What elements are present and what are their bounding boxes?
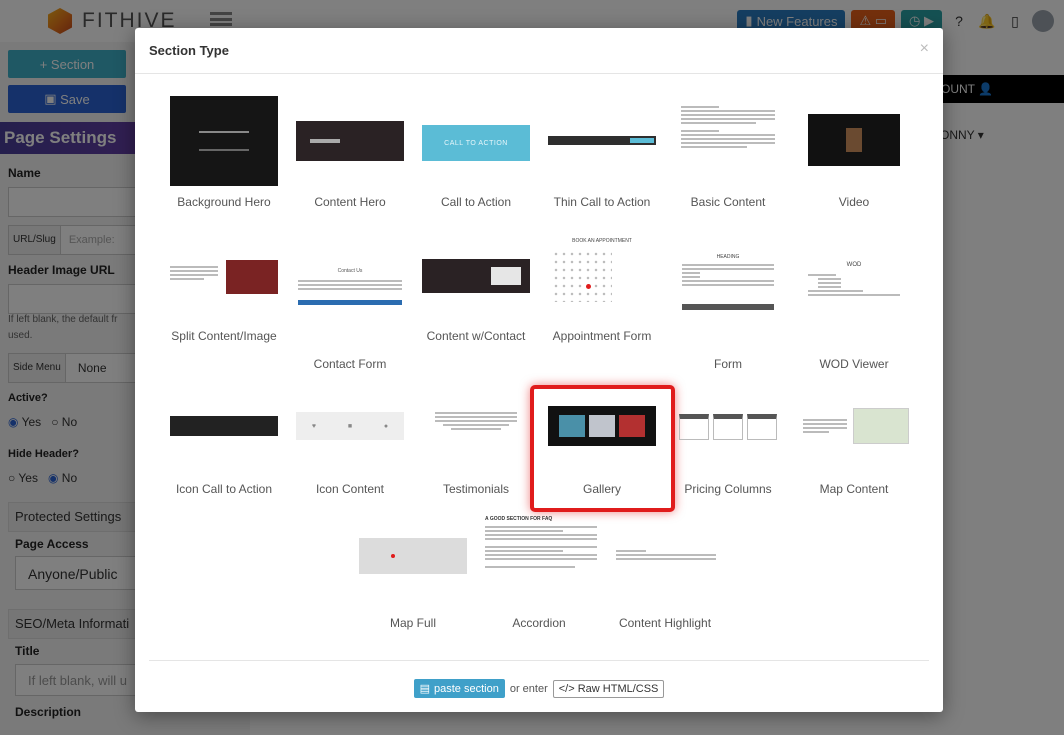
split-content-thumbnail bbox=[170, 260, 278, 294]
section-option-testimonials[interactable]: Testimonials bbox=[413, 388, 539, 498]
section-option-icon-call-to-action[interactable]: Icon Call to Action bbox=[161, 388, 287, 498]
wod-viewer-thumbnail: WOD bbox=[808, 262, 900, 324]
raw-html-css-button[interactable]: </> Raw HTML/CSS bbox=[552, 679, 665, 698]
section-label: Gallery bbox=[582, 482, 621, 496]
section-label: Content Highlight bbox=[618, 616, 712, 630]
gallery-thumbnail bbox=[548, 406, 656, 446]
section-label: Icon Call to Action bbox=[175, 482, 273, 496]
section-label: Basic Content bbox=[690, 195, 766, 209]
form-thumbnail: HEADING bbox=[682, 254, 774, 330]
modal-footer: ▤ paste section or enter </> Raw HTML/CS… bbox=[135, 679, 943, 698]
basic-content-thumbnail bbox=[677, 100, 779, 176]
section-option-thin-call-to-action[interactable]: Thin Call to Action bbox=[539, 96, 665, 216]
square-icon: ■ bbox=[347, 422, 353, 430]
section-label: WOD Viewer bbox=[819, 357, 889, 371]
content-hero-thumbnail bbox=[296, 121, 404, 161]
map-content-thumbnail bbox=[803, 408, 909, 444]
section-option-appointment-form[interactable]: BOOK AN APPOINTMENT Appointment Form bbox=[539, 238, 665, 368]
section-option-map-content[interactable]: Map Content bbox=[791, 388, 917, 498]
icon-call-to-action-thumbnail bbox=[170, 416, 278, 436]
section-label: Pricing Columns bbox=[684, 482, 772, 496]
section-option-background-hero[interactable]: Background Hero bbox=[161, 96, 287, 216]
modal-footer-divider bbox=[149, 660, 929, 661]
thin-call-to-action-thumbnail bbox=[548, 136, 656, 145]
section-label: Testimonials bbox=[442, 482, 510, 496]
section-label: Appointment Form bbox=[552, 329, 652, 343]
section-label: Form bbox=[714, 357, 742, 371]
section-option-map-full[interactable]: Map Full bbox=[350, 516, 476, 636]
pricing-columns-thumbnail bbox=[677, 414, 779, 440]
clipboard-icon: ▤ bbox=[419, 683, 430, 695]
section-option-call-to-action[interactable]: CALL TO ACTION Call to Action bbox=[413, 96, 539, 216]
section-option-icon-content[interactable]: ♥ ■ ● Icon Content bbox=[287, 388, 413, 498]
heart-icon: ♥ bbox=[311, 422, 317, 430]
background-hero-thumbnail bbox=[170, 96, 278, 186]
content-contact-thumbnail bbox=[422, 259, 530, 293]
section-label: Call to Action bbox=[440, 195, 512, 209]
accordion-thumbnail: A GOOD SECTION FOR FAQ bbox=[485, 516, 597, 608]
section-label: Contact Form bbox=[313, 357, 387, 371]
section-label: Content w/Contact bbox=[426, 329, 526, 343]
circle-icon: ● bbox=[383, 422, 389, 430]
section-option-basic-content[interactable]: Basic Content bbox=[665, 96, 791, 216]
code-icon: </> bbox=[558, 682, 575, 695]
appointment-thumbnail: BOOK AN APPOINTMENT bbox=[548, 238, 656, 312]
section-label: Video bbox=[838, 195, 870, 209]
modal-header: Section Type × bbox=[135, 28, 943, 74]
content-highlight-thumbnail bbox=[616, 548, 716, 566]
section-label: Icon Content bbox=[315, 482, 385, 496]
section-option-pricing-columns[interactable]: Pricing Columns bbox=[665, 388, 791, 498]
modal-title: Section Type bbox=[149, 43, 229, 58]
section-label: Accordion bbox=[512, 616, 566, 630]
video-thumbnail bbox=[808, 114, 900, 166]
testimonials-thumbnail bbox=[435, 410, 517, 442]
section-label: Background Hero bbox=[177, 195, 271, 209]
section-label: Split Content/Image bbox=[171, 329, 277, 343]
paste-section-button[interactable]: ▤ paste section bbox=[413, 679, 505, 698]
section-option-content-highlight[interactable]: Content Highlight bbox=[602, 516, 728, 636]
section-label: Map Full bbox=[389, 616, 436, 630]
icon-content-thumbnail: ♥ ■ ● bbox=[296, 412, 404, 440]
section-label: Thin Call to Action bbox=[553, 195, 651, 209]
section-option-contact-form[interactable]: Contact Us Contact Form bbox=[287, 238, 413, 371]
section-option-wod-viewer[interactable]: WOD WOD Viewer bbox=[791, 238, 917, 371]
paste-section-label: paste section bbox=[434, 682, 499, 695]
or-enter-text: or enter bbox=[509, 682, 548, 695]
section-option-content-hero[interactable]: Content Hero bbox=[287, 96, 413, 216]
section-option-content-w-contact[interactable]: Content w/Contact bbox=[413, 238, 539, 368]
section-option-gallery[interactable]: Gallery bbox=[539, 388, 665, 498]
section-label: Content Hero bbox=[314, 195, 386, 209]
section-option-video[interactable]: Video bbox=[791, 96, 917, 216]
section-option-split-content-image[interactable]: Split Content/Image bbox=[161, 238, 287, 368]
section-type-modal: Section Type × Background Hero Content H… bbox=[135, 28, 943, 712]
map-full-thumbnail bbox=[359, 538, 467, 574]
close-icon[interactable]: × bbox=[920, 40, 929, 58]
call-to-action-thumbnail: CALL TO ACTION bbox=[422, 125, 530, 161]
contact-form-thumbnail: Contact Us bbox=[296, 266, 404, 318]
raw-html-css-label: Raw HTML/CSS bbox=[577, 682, 659, 695]
section-option-form[interactable]: HEADING Form bbox=[665, 238, 791, 371]
section-option-accordion[interactable]: A GOOD SECTION FOR FAQ Accordion bbox=[476, 516, 602, 636]
section-label: Map Content bbox=[819, 482, 889, 496]
